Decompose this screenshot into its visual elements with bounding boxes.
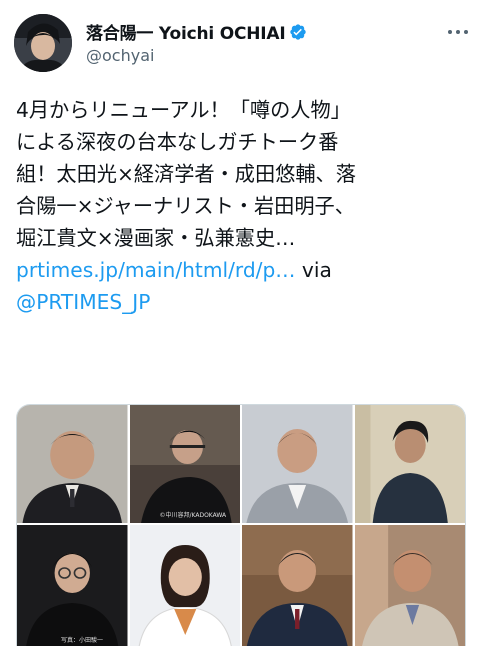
photo-man-navy-suit[interactable] — [242, 525, 353, 646]
photo-man-suit[interactable] — [17, 405, 128, 523]
tweet-link[interactable]: prtimes.jp/main/html/rd/p… — [16, 258, 295, 282]
mention-line: @PRTIMES_JP — [16, 286, 468, 318]
tweet-text: 4月からリニューアル！「噂の人物」 による深夜の台本なしガチトーク番 組！太田光… — [16, 94, 468, 318]
photo-woman[interactable] — [129, 525, 240, 646]
photo-credit: ©中川容邦/KADOKAWA — [159, 512, 227, 519]
display-name[interactable]: 落合陽一 Yoichi OCHIAI — [86, 19, 286, 44]
more-options-icon[interactable] — [444, 22, 472, 42]
tweet-text-line: 合陽一×ジャーナリスト・岩田明子、 — [16, 194, 355, 218]
photo-man-grey-suit[interactable] — [242, 405, 353, 523]
link-line: prtimes.jp/main/html/rd/p… via — [16, 254, 468, 286]
mention-link[interactable]: @PRTIMES_JP — [16, 290, 150, 314]
tweet-text-line: による深夜の台本なしガチトーク番 — [16, 130, 339, 154]
photo-man-elder[interactable] — [354, 525, 465, 646]
tweet-text-line: 組！太田光×経済学者・成田悠輔、落 — [16, 162, 356, 186]
via-label: via — [295, 258, 332, 282]
media-grid[interactable]: ©中川容邦/KADOKAWA 写真：小田駿一 — [16, 404, 466, 646]
photo-man-glasses[interactable]: 写真：小田駿一 — [17, 525, 128, 646]
handle[interactable]: @ochyai — [86, 46, 154, 65]
photo-man-tshirt[interactable] — [354, 405, 465, 523]
photo-credit: 写真：小田駿一 — [61, 637, 104, 644]
avatar[interactable] — [14, 14, 72, 72]
verified-badge-icon — [290, 23, 307, 40]
photo-man-black[interactable]: ©中川容邦/KADOKAWA — [129, 405, 240, 523]
tweet-header: 落合陽一 Yoichi OCHIAI @ochyai — [0, 0, 480, 80]
tweet-text-line: 堀江貴文×漫画家・弘兼憲史… — [16, 226, 296, 250]
tweet-text-line: 4月からリニューアル！「噂の人物」 — [16, 98, 351, 122]
